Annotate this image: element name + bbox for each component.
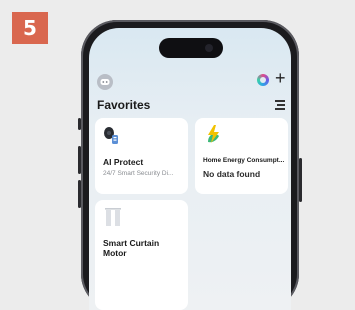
card-subtitle: No data found [203, 169, 261, 179]
assistant-icon[interactable] [257, 74, 269, 86]
step-badge: 5 [12, 12, 48, 44]
step-number: 5 [23, 16, 37, 40]
robot-face-icon [100, 79, 110, 85]
device-card-home-energy[interactable]: Home Energy Consumpt... No data found [195, 118, 288, 194]
phone-volume-up [78, 146, 81, 174]
avatar-icon[interactable] [97, 74, 113, 90]
page-title: Favorites [97, 98, 151, 112]
phone-volume-down [78, 180, 81, 208]
card-title: Home Energy Consumpt... [203, 157, 285, 164]
camera-icon [104, 127, 118, 144]
plus-icon[interactable]: + [275, 69, 286, 87]
menu-icon[interactable] [275, 100, 285, 112]
card-subtitle: 24/7 Smart Security Di... [103, 170, 174, 177]
dynamic-island [159, 38, 223, 58]
curtain-icon [105, 208, 121, 226]
card-title: Smart Curtain Motor [103, 238, 160, 258]
app-screen: + Favorites AI Protect 24/7 Smart Securi… [89, 28, 291, 310]
device-card-ai-protect[interactable]: AI Protect 24/7 Smart Security Di... [95, 118, 188, 194]
phone-power-button [299, 158, 302, 202]
front-camera [205, 44, 213, 52]
device-card-smart-curtain[interactable]: Smart Curtain Motor [95, 200, 188, 310]
card-title: AI Protect [103, 157, 144, 167]
phone-action-button [78, 118, 81, 130]
energy-icon [208, 125, 219, 143]
phone-frame: + Favorites AI Protect 24/7 Smart Securi… [78, 20, 302, 310]
